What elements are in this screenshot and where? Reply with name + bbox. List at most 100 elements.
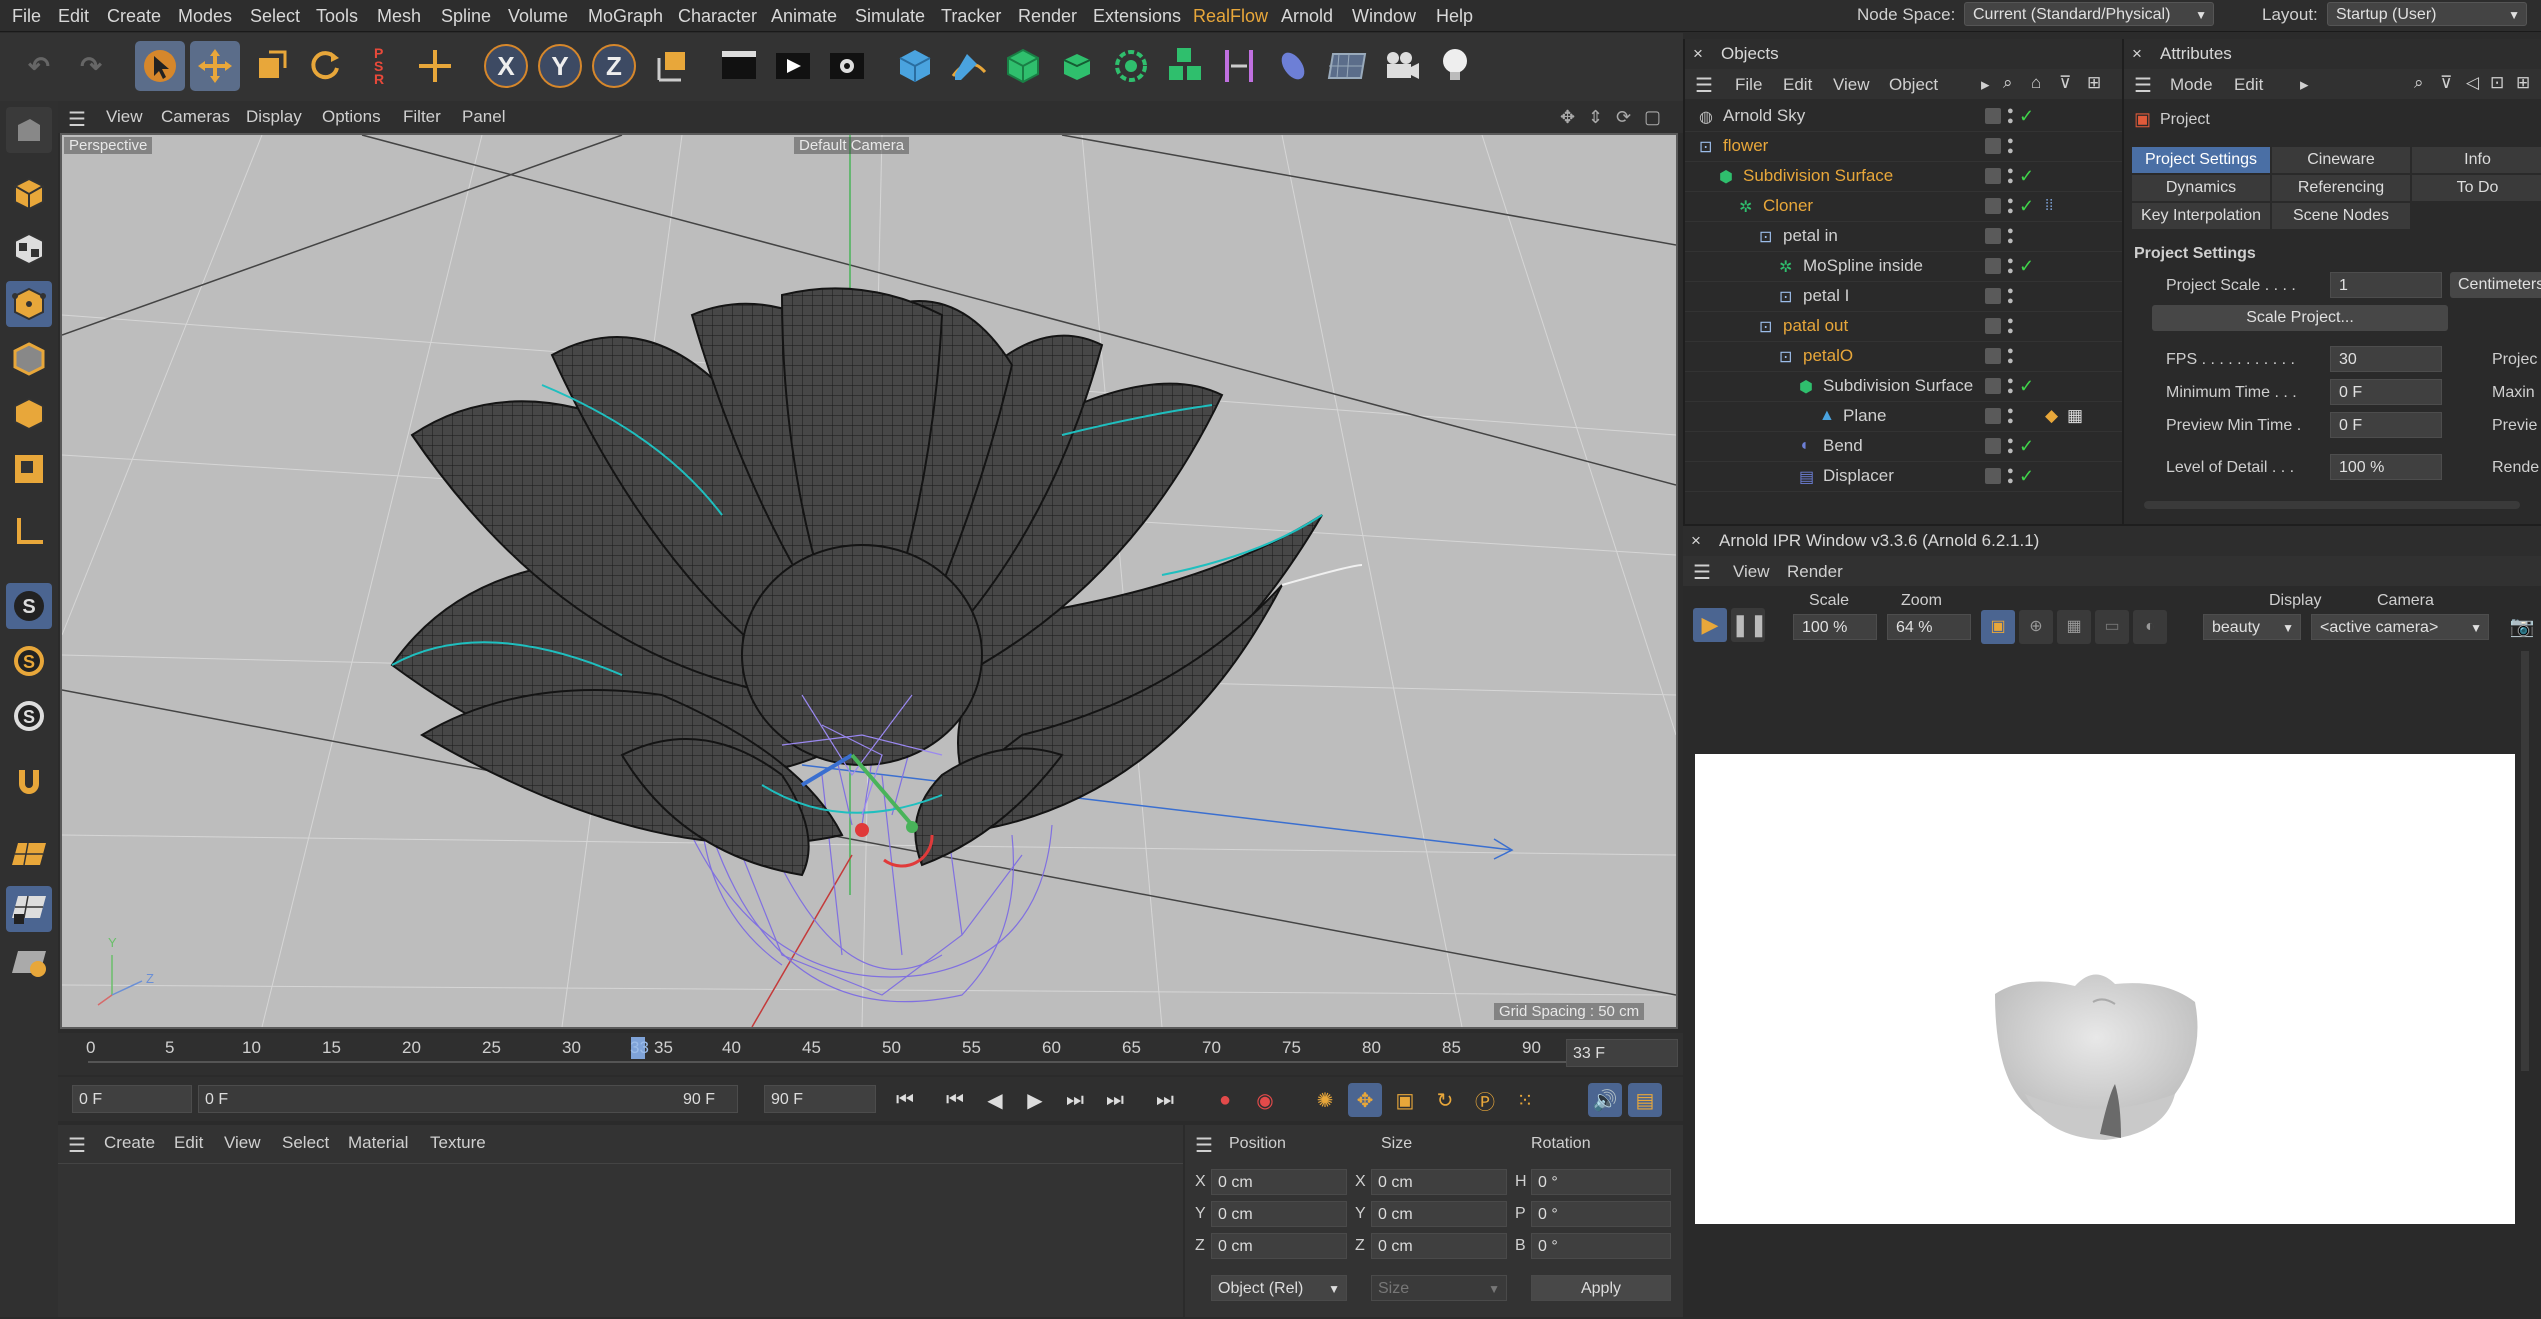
tab-to-do[interactable]: To Do	[2412, 175, 2541, 201]
edit-icon[interactable]	[1985, 348, 2001, 364]
visibility-dots-icon[interactable]: ● ●	[2007, 286, 2014, 307]
material-menu-view[interactable]: View	[224, 1133, 261, 1153]
menu-mograph[interactable]: MoGraph	[588, 6, 663, 27]
attributes-menu-mode[interactable]: Mode	[2170, 75, 2213, 95]
menu-realflow[interactable]: RealFlow	[1193, 6, 1268, 27]
edit-icon[interactable]	[1985, 378, 2001, 394]
scale-tool-icon[interactable]	[246, 41, 296, 91]
previous-key-icon[interactable]: ⏮	[938, 1083, 972, 1117]
lock-icon[interactable]: ⊡	[2490, 73, 2504, 93]
viewport-zoom-icon[interactable]: ⇕	[1588, 107, 1603, 128]
go-to-end-icon[interactable]: ⏭	[1148, 1083, 1182, 1117]
edit-icon[interactable]	[1985, 288, 2001, 304]
chevron-right-icon[interactable]: ▸	[2300, 75, 2309, 95]
enabled-check-icon[interactable]: ✓	[2019, 461, 2034, 491]
rotation-p-field[interactable]: 0 °	[1531, 1201, 1671, 1227]
point-mode-icon[interactable]	[6, 281, 52, 327]
attributes-menu-edit[interactable]: Edit	[2234, 75, 2263, 95]
extrude-icon[interactable]	[1052, 41, 1102, 91]
new-window-icon[interactable]: ⊞	[2087, 73, 2101, 93]
position-y-field[interactable]: 0 cm	[1211, 1201, 1347, 1227]
menu-simulate[interactable]: Simulate	[855, 6, 925, 27]
uv-mode-icon[interactable]	[6, 446, 52, 492]
menu-mesh[interactable]: Mesh	[377, 6, 421, 27]
material-menu-texture[interactable]: Texture	[430, 1133, 486, 1153]
ipr-color-icon[interactable]: ◐	[2133, 610, 2167, 644]
ipr-region-icon[interactable]: ▦	[2057, 610, 2091, 644]
tab-dynamics[interactable]: Dynamics	[2132, 175, 2271, 201]
edit-icon[interactable]	[1985, 438, 2001, 454]
viewport-menu-cameras[interactable]: Cameras	[161, 107, 230, 127]
horizontal-scrollbar[interactable]	[2144, 501, 2520, 509]
edit-icon[interactable]	[1985, 318, 2001, 334]
material-menu-material[interactable]: Material	[348, 1133, 408, 1153]
frame-range-slider[interactable]: 0 F 90 F	[198, 1085, 738, 1113]
enabled-check-icon[interactable]: ✓	[2019, 431, 2034, 461]
sound-icon[interactable]: 🔊	[1588, 1083, 1622, 1117]
object-row[interactable]: Bend ● ● ✓	[1685, 431, 2122, 462]
keyframe-selection-icon[interactable]: ✺	[1308, 1083, 1342, 1117]
edit-icon[interactable]	[1985, 468, 2001, 484]
menu-character[interactable]: Character	[678, 6, 757, 27]
y-axis-lock-button[interactable]: Y	[538, 44, 582, 88]
close-icon[interactable]: ×	[1693, 39, 1703, 69]
ipr-globe-icon[interactable]: ⊕	[2019, 610, 2053, 644]
object-row[interactable]: petalO ● ●	[1685, 341, 2122, 372]
apply-button[interactable]: Apply	[1531, 1275, 1671, 1301]
visibility-dots-icon[interactable]: ● ●	[2007, 406, 2014, 427]
menu-tracker[interactable]: Tracker	[941, 6, 1001, 27]
visibility-dots-icon[interactable]: ● ●	[2007, 466, 2014, 487]
home-icon[interactable]: ⌂	[2031, 73, 2041, 93]
edit-icon[interactable]	[1985, 228, 2001, 244]
psr-icon[interactable]: PSR	[354, 41, 404, 91]
visibility-dots-icon[interactable]: ● ●	[2007, 376, 2014, 397]
render-view-icon[interactable]	[768, 41, 818, 91]
menu-spline[interactable]: Spline	[441, 6, 491, 27]
menu-extensions[interactable]: Extensions	[1093, 6, 1181, 27]
hamburger-icon[interactable]: ☰	[1695, 73, 1713, 98]
visibility-dots-icon[interactable]: ● ●	[2007, 256, 2014, 277]
object-row[interactable]: Subdivision Surface ● ● ✓	[1685, 161, 2122, 192]
go-to-start-icon[interactable]: ⏮	[888, 1083, 922, 1117]
size-y-field[interactable]: 0 cm	[1371, 1201, 1507, 1227]
menu-tools[interactable]: Tools	[316, 6, 358, 27]
edit-icon[interactable]	[1985, 108, 2001, 124]
workplane-lock-icon[interactable]	[6, 886, 52, 932]
camera-icon[interactable]	[1376, 41, 1426, 91]
position-z-field[interactable]: 0 cm	[1211, 1233, 1347, 1259]
texture-mode-icon[interactable]	[6, 226, 52, 272]
key-rotation-icon[interactable]: ↻	[1428, 1083, 1462, 1117]
edge-mode-icon[interactable]	[6, 336, 52, 382]
model-mode-icon[interactable]	[6, 171, 52, 217]
back-icon[interactable]: ◁	[2466, 73, 2479, 93]
workplane-icon[interactable]	[6, 831, 52, 877]
record-keys-icon[interactable]: ●	[1208, 1083, 1242, 1117]
select-tool-icon[interactable]	[135, 41, 185, 91]
position-x-field[interactable]: 0 cm	[1211, 1169, 1347, 1195]
enabled-check-icon[interactable]: ✓	[2019, 371, 2034, 401]
object-row[interactable]: Arnold Sky ● ● ✓	[1685, 101, 2122, 132]
axis-mode-icon[interactable]	[6, 509, 52, 555]
viewport-menu-panel[interactable]: Panel	[462, 107, 505, 127]
hamburger-icon[interactable]: ☰	[2134, 73, 2152, 98]
z-axis-lock-button[interactable]: Z	[592, 44, 636, 88]
size-z-field[interactable]: 0 cm	[1371, 1233, 1507, 1259]
menu-create[interactable]: Create	[107, 6, 161, 27]
start-frame-field[interactable]: 0 F	[72, 1085, 192, 1113]
filter-icon[interactable]: ⊽	[2440, 73, 2452, 93]
ipr-view-icon[interactable]: ▣	[1981, 610, 2015, 644]
menu-modes[interactable]: Modes	[178, 6, 232, 27]
ipr-crop-icon[interactable]: ▭	[2095, 610, 2129, 644]
visibility-dots-icon[interactable]: ● ●	[2007, 346, 2014, 367]
place-tool-icon[interactable]	[410, 41, 460, 91]
menu-animate[interactable]: Animate	[771, 6, 837, 27]
coordinate-system-icon[interactable]	[646, 41, 696, 91]
lod-field[interactable]: 100 %	[2330, 454, 2442, 480]
search-icon[interactable]: ⌕	[2414, 73, 2424, 93]
ipr-play-icon[interactable]: ▶	[1693, 608, 1727, 642]
magnet-icon[interactable]	[6, 759, 52, 805]
viewport-view-name[interactable]: Perspective	[64, 137, 153, 154]
menu-render[interactable]: Render	[1018, 6, 1077, 27]
fracture-icon[interactable]	[1160, 41, 1210, 91]
object-row[interactable]: flower ● ●	[1685, 131, 2122, 162]
